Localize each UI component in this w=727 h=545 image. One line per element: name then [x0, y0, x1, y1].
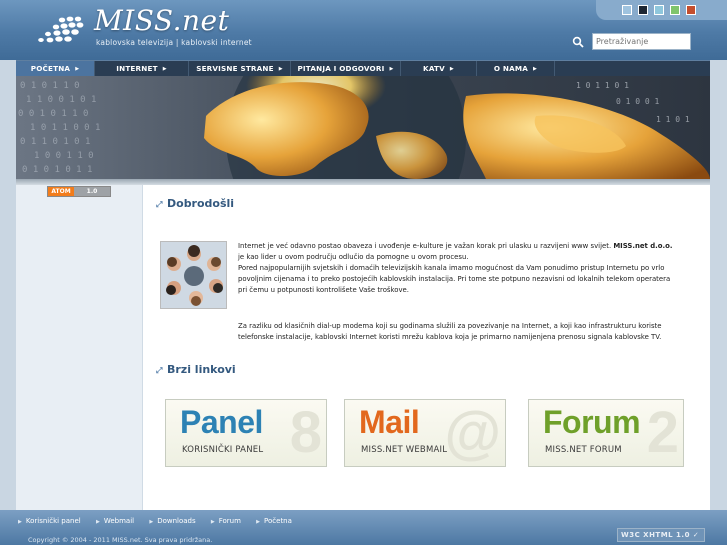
site-logo-title[interactable]: MISS.net: [94, 6, 229, 36]
sidebar: ATOM 1.0: [16, 185, 143, 510]
footer-links: ▶ Korisnički panel ▶ Webmail ▶ Downloads ▶ F…: [18, 517, 305, 525]
welcome-heading-text: Dobrodošli: [167, 197, 235, 210]
hero-banner: 0 1 0 1 1 0 1 1 0 0 1 0 1 0 0 1 0 1 1 0 1 …: [16, 76, 710, 179]
nav-item-label: KATV: [423, 64, 445, 73]
section-arrow-icon: ⤢: [156, 200, 163, 209]
nav-item-label: O NAMA: [493, 64, 529, 73]
svg-text:0 1 0 0 1: 0 1 0 0 1: [616, 97, 660, 106]
main-navigation: POČETNA ▶ INTERNET ▶ SERVISNE STRANE ▶ PITA…: [16, 60, 710, 76]
site-tagline: kablovska televizija | kablovski interne…: [96, 38, 252, 47]
bullet-icon: ▶: [95, 519, 100, 525]
quick-links-heading-text: Brzi linkovi: [167, 363, 236, 376]
theme-swatch-1[interactable]: [622, 5, 632, 15]
theme-swatch-5[interactable]: [686, 5, 696, 15]
left-margin: [0, 185, 16, 510]
para2-line3: pri čemu u potpunosti kontrolišete Vaše …: [238, 286, 409, 294]
nav-item-label: SERVISNE STRANE: [196, 64, 274, 73]
panel-link-card[interactable]: 8 Panel KORISNIČKI PANEL: [165, 399, 327, 467]
svg-text:0 1 0 1 0 1 1: 0 1 0 1 0 1 1: [22, 165, 92, 175]
forum-link-card[interactable]: 2 Forum MISS.NET FORUM: [528, 399, 684, 467]
para3-line2: telefonske instalacije, kablovski Intern…: [238, 333, 662, 341]
forum-card-subtitle: MISS.NET FORUM: [545, 445, 622, 455]
forum-deco-icon: 2: [646, 400, 679, 465]
atom-badge-label: ATOM: [48, 187, 74, 196]
svg-text:0 1 0 1 1 0: 0 1 0 1 1 0: [20, 81, 80, 91]
svg-text:1 0 1 1 0 0 1: 1 0 1 1 0 0 1: [30, 123, 100, 133]
svg-text:0 1 1 0 1 0 1: 0 1 1 0 1 0 1: [20, 137, 90, 147]
svg-text:1 1 0 0 1 0 1: 1 1 0 0 1 0 1: [26, 95, 96, 105]
para1-line2: je kao lider u ovom području odlučio da …: [238, 253, 469, 261]
atom-badge-version: 1.0: [74, 187, 110, 196]
quick-links-heading: ⤢ Brzi linkovi: [156, 363, 236, 376]
nav-item-servisne-strane[interactable]: SERVISNE STRANE ▶: [189, 61, 291, 76]
triangle-right-icon: ▶: [449, 66, 454, 72]
nav-item-label: INTERNET: [116, 64, 158, 73]
para1-company: MISS.net d.o.o.: [613, 242, 673, 250]
nav-item-label: POČETNA: [30, 64, 71, 73]
triangle-right-icon: ▶: [533, 66, 538, 72]
welcome-paragraph-1: Internet je već odavno postao obaveza i …: [238, 241, 673, 296]
nav-item-pitanja-i-odgovori[interactable]: PITANJA I ODGOVORI ▶: [291, 61, 401, 76]
svg-text:0 0 1 0 1 1 0: 0 0 1 0 1 1 0: [18, 109, 88, 119]
search-input[interactable]: [592, 33, 691, 50]
theme-switcher: [596, 0, 727, 20]
theme-swatch-2[interactable]: [638, 5, 648, 15]
footer-link-pocetna[interactable]: Početna: [264, 517, 292, 525]
welcome-photo: [160, 241, 227, 309]
welcome-paragraph-2: Za razliku od klasičnih dial-up modema k…: [238, 321, 662, 343]
mail-card-subtitle: MISS.NET WEBMAIL: [361, 445, 448, 455]
footer-link-webmail[interactable]: Webmail: [104, 517, 134, 525]
mail-card-title: Mail: [359, 404, 420, 440]
footer-link-korisnicki-panel[interactable]: Korisnički panel: [26, 517, 81, 525]
page: MISS.net kablovska televizija | kablovsk…: [0, 0, 727, 545]
bullet-icon: ▶: [256, 519, 261, 525]
globe-banner-image: 0 1 0 1 1 0 1 1 0 0 1 0 1 0 0 1 0 1 1 0 1 …: [16, 76, 710, 179]
svg-text:1 1 0 1: 1 1 0 1: [656, 115, 690, 124]
nav-item-pocetna[interactable]: POČETNA ▶: [16, 61, 95, 76]
magnifier-icon[interactable]: [572, 36, 584, 48]
site-footer: ▶ Korisnički panel ▶ Webmail ▶ Downloads ▶ F…: [0, 510, 727, 545]
triangle-right-icon: ▶: [75, 66, 80, 72]
panel-deco-icon: 8: [289, 400, 322, 465]
theme-swatch-3[interactable]: [654, 5, 664, 15]
section-arrow-icon: ⤢: [156, 366, 163, 375]
site-header: MISS.net kablovska televizija | kablovsk…: [0, 0, 727, 60]
bullet-icon: ▶: [18, 519, 22, 525]
atom-feed-badge[interactable]: ATOM 1.0: [47, 186, 111, 197]
panel-card-subtitle: KORISNIČKI PANEL: [182, 445, 264, 455]
para2-line1: Pored najpopularnijih svjetskih i domaći…: [238, 264, 665, 272]
triangle-right-icon: ▶: [389, 66, 394, 72]
main-content: ⤢ Dobrodošli Internet je već odavno posta…: [143, 185, 710, 510]
panel-card-title: Panel: [180, 404, 263, 440]
nav-item-katv[interactable]: KATV ▶: [401, 61, 477, 76]
mail-link-card[interactable]: @ Mail MISS.NET WEBMAIL: [344, 399, 506, 467]
footer-link-forum[interactable]: Forum: [219, 517, 241, 525]
forum-card-title: Forum: [543, 404, 641, 440]
copyright-text: Copyright © 2004 - 2011 MISS.net. Sva pr…: [28, 536, 213, 544]
right-margin: [710, 185, 727, 510]
svg-text:1 0 0 1 1 0: 1 0 0 1 1 0: [34, 151, 94, 161]
para1-text: Internet je već odavno postao obaveza i …: [238, 242, 614, 250]
para3-line1: Za razliku od klasičnih dial-up modema k…: [238, 322, 662, 330]
bullet-icon: ▶: [210, 519, 215, 525]
svg-text:1 0 1 1 0 1: 1 0 1 1 0 1: [576, 81, 629, 90]
w3c-xhtml-badge[interactable]: W3C XHTML 1.0 ✓: [617, 528, 705, 542]
welcome-heading: ⤢ Dobrodošli: [156, 197, 234, 210]
para2-line2: povoljnim cijenama i to preko postojećih…: [238, 275, 671, 283]
group-people-image: [161, 242, 226, 308]
triangle-right-icon: ▶: [162, 66, 167, 72]
logo-dots-icon: [38, 16, 84, 43]
triangle-right-icon: ▶: [278, 66, 283, 72]
nav-item-o-nama[interactable]: O NAMA ▶: [477, 61, 555, 76]
bullet-icon: ▶: [149, 519, 154, 525]
nav-item-label: PITANJA I ODGOVORI: [297, 64, 385, 73]
mail-deco-icon: @: [444, 400, 501, 465]
footer-link-downloads[interactable]: Downloads: [157, 517, 195, 525]
theme-swatch-4[interactable]: [670, 5, 680, 15]
nav-item-internet[interactable]: INTERNET ▶: [95, 61, 189, 76]
